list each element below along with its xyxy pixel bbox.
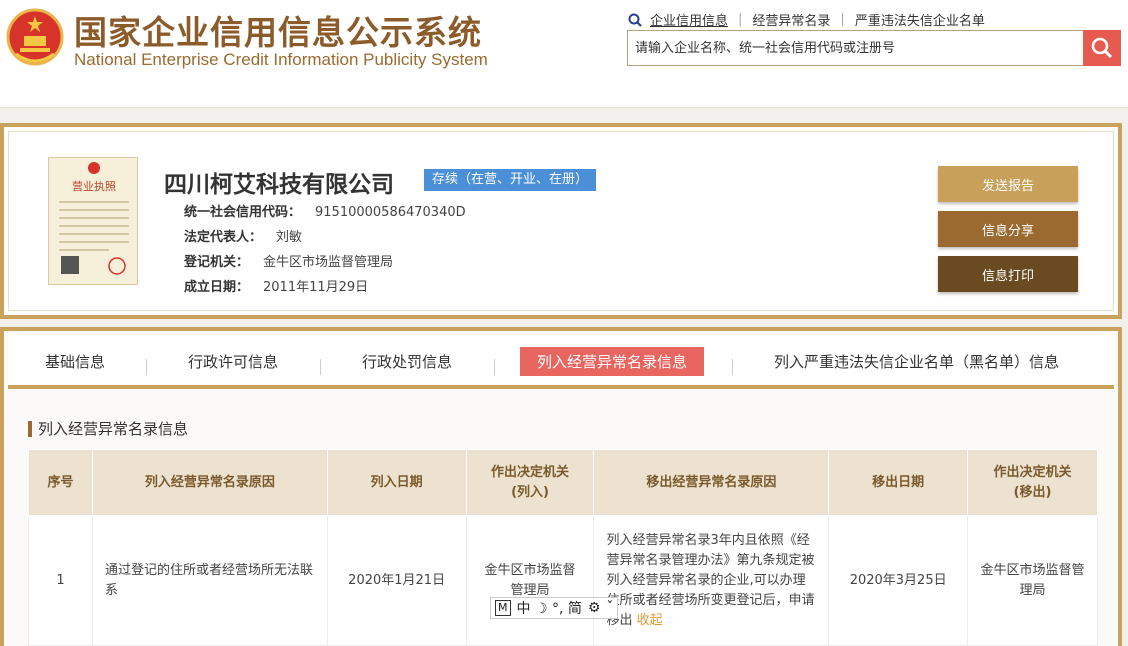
col-header-authority-out: 作出决定机关 (移出) (967, 449, 1098, 516)
ime-mode-indicator[interactable]: M (495, 600, 511, 616)
table-row: 1 通过登记的住所或者经营场所无法联系 2020年1月21日 金牛区市场监督管理… (28, 515, 1098, 646)
cell-authority-in: 金牛区市场监督管理局 (465, 515, 595, 646)
site-header: 国家企业信用信息公示系统 National Enterprise Credit … (0, 0, 1128, 108)
tab-separator (320, 359, 321, 375)
site-title-cn: 国家企业信用信息公示系统 (74, 13, 482, 52)
license-graphic-icon: 营业执照 (59, 162, 129, 275)
established-date-label: 成立日期： (184, 280, 250, 295)
tab-abnormal-list[interactable]: 列入经营异常名录信息 (520, 347, 705, 376)
gear-icon[interactable]: ⚙ (588, 600, 601, 616)
tab-admin-license[interactable]: 行政许可信息 (188, 351, 278, 372)
reg-authority-value: 金牛区市场监督管理局 (263, 255, 394, 270)
send-report-button[interactable]: 发送报告 (938, 166, 1078, 202)
link-separator: | (840, 12, 845, 27)
tab-separator (146, 359, 147, 375)
national-emblem-icon (6, 8, 64, 66)
section-title: 列入经营异常名录信息 (28, 421, 188, 437)
col-header-date-in: 列入日期 (326, 449, 467, 516)
search-button[interactable] (1083, 30, 1121, 66)
link-enterprise-credit-info[interactable]: 企业信用信息 (650, 10, 728, 29)
company-card: 营业执照 四川柯艾科技有限公司 存续（在营、开业、在册） 统一社会信用代码： 91… (0, 123, 1122, 319)
status-badge: 存续（在营、开业、在册） (424, 169, 597, 191)
col-header-reason-in: 列入经营异常名录原因 (91, 449, 328, 516)
tab-basic-info[interactable]: 基础信息 (45, 351, 105, 372)
tab-admin-penalty[interactable]: 行政处罚信息 (362, 351, 452, 372)
link-separator: | (738, 12, 743, 27)
info-legal-rep: 法定代表人： 刘敏 (184, 226, 302, 245)
license-label: 营业执照 (72, 179, 116, 193)
business-license-image[interactable]: 营业执照 (48, 157, 138, 285)
cell-index: 1 (28, 515, 93, 646)
cell-authority-out: 金牛区市场监督管理局 (967, 515, 1098, 646)
search-icon (1091, 37, 1113, 59)
link-blacklist[interactable]: 严重违法失信企业名单 (855, 10, 985, 29)
search-icon (628, 13, 642, 27)
col-header-date-out: 移出日期 (828, 449, 969, 516)
cell-date-out: 2020年3月25日 (828, 515, 969, 646)
search-box (627, 30, 1121, 66)
link-abnormal-list[interactable]: 经营异常名录 (752, 10, 830, 29)
cell-reason-out: 列入经营异常名录3年内且依照《经营异常名录管理办法》第九条规定被列入经营异常名录… (593, 515, 830, 646)
table-header-row: 序号 列入经营异常名录原因 列入日期 作出决定机关 (列入) 移出经营异常名录原… (28, 449, 1098, 516)
ime-status-chars[interactable]: 中 ☽ °, 简 (517, 598, 582, 618)
credit-code-value: 91510000586470340D (315, 205, 466, 220)
credit-code-label: 统一社会信用代码： (184, 205, 302, 220)
reg-authority-label: 登记机关： (184, 255, 250, 270)
collapse-link[interactable]: 收起 (637, 613, 663, 628)
established-date-value: 2011年11月29日 (263, 280, 369, 295)
col-header-index: 序号 (28, 449, 93, 516)
company-name: 四川柯艾科技有限公司 (164, 172, 394, 198)
tab-separator (494, 359, 495, 375)
tab-separator (732, 359, 733, 375)
tab-bar: 基础信息 行政许可信息 行政处罚信息 列入经营异常名录信息 列入严重违法失信企业… (8, 335, 1114, 389)
info-reg-authority: 登记机关： 金牛区市场监督管理局 (184, 251, 393, 270)
legal-rep-value: 刘敏 (276, 230, 303, 245)
ime-toolbar[interactable]: M 中 ☽ °, 简 ⚙ ˇ (490, 597, 619, 619)
info-established-date: 成立日期： 2011年11月29日 (184, 276, 368, 295)
legal-rep-label: 法定代表人： (184, 230, 263, 245)
share-info-button[interactable]: 信息分享 (938, 211, 1078, 247)
cell-date-in: 2020年1月21日 (326, 515, 467, 646)
search-input[interactable] (628, 31, 1084, 65)
cell-reason-in: 通过登记的住所或者经营场所无法联系 (91, 515, 328, 646)
tab-blacklist[interactable]: 列入严重违法失信企业名单（黑名单）信息 (774, 351, 1059, 372)
ime-collapse-icon[interactable]: ˇ (606, 600, 613, 616)
site-title-en: National Enterprise Credit Information P… (74, 50, 488, 69)
print-info-button[interactable]: 信息打印 (938, 256, 1078, 292)
top-nav-links: 企业信用信息 | 经营异常名录 | 严重违法失信企业名单 (628, 10, 985, 29)
info-credit-code: 统一社会信用代码： 91510000586470340D (184, 201, 466, 220)
col-header-reason-out: 移出经营异常名录原因 (593, 449, 830, 516)
col-header-authority-in: 作出决定机关 (列入) (465, 449, 595, 516)
